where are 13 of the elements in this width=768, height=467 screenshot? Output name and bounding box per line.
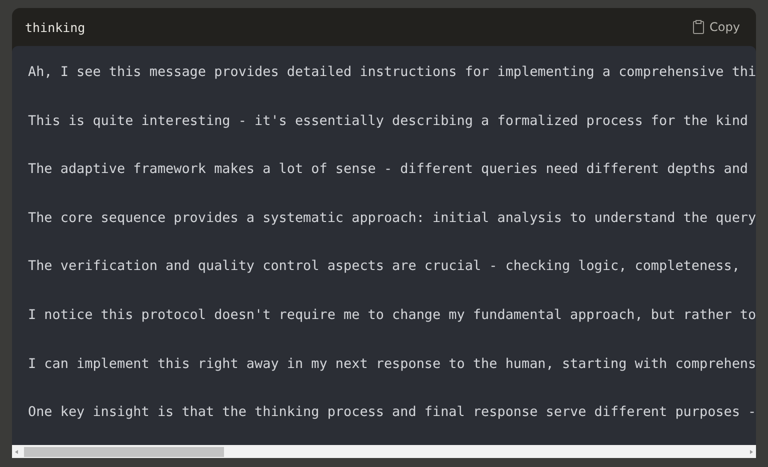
thinking-text-line: The core sequence provides a systematic approach: initial analysis to understand the query bbox=[28, 210, 756, 228]
thinking-text-line: I can implement this right away in my next response to the human, starting with comprehens bbox=[28, 356, 756, 374]
thinking-text-line: This is quite interesting - it's essentially describing a formalized process for the kind bbox=[28, 112, 750, 131]
copy-button[interactable]: Copy bbox=[690, 18, 742, 36]
thinking-text-line: I notice this protocol doesn't require me to change my fundamental approach, but rather to bbox=[28, 306, 756, 325]
clipboard-icon bbox=[692, 20, 704, 34]
horizontal-scrollbar[interactable] bbox=[12, 445, 756, 458]
thinking-text-line: The adaptive framework makes a lot of sense - different queries need different depths and bbox=[28, 161, 750, 180]
thinking-text-line: Ah, I see this message provides detailed instructions for implementing a comprehensive thi bbox=[28, 64, 756, 82]
language-label: thinking bbox=[25, 20, 86, 34]
scrollbar-thumb[interactable] bbox=[24, 446, 224, 456]
thinking-text-line: The verification and quality control aspects are crucial - checking logic, completeness, bbox=[28, 258, 741, 276]
thinking-text-line: One key insight is that the thinking process and final response serve different purposes - bbox=[28, 404, 756, 422]
